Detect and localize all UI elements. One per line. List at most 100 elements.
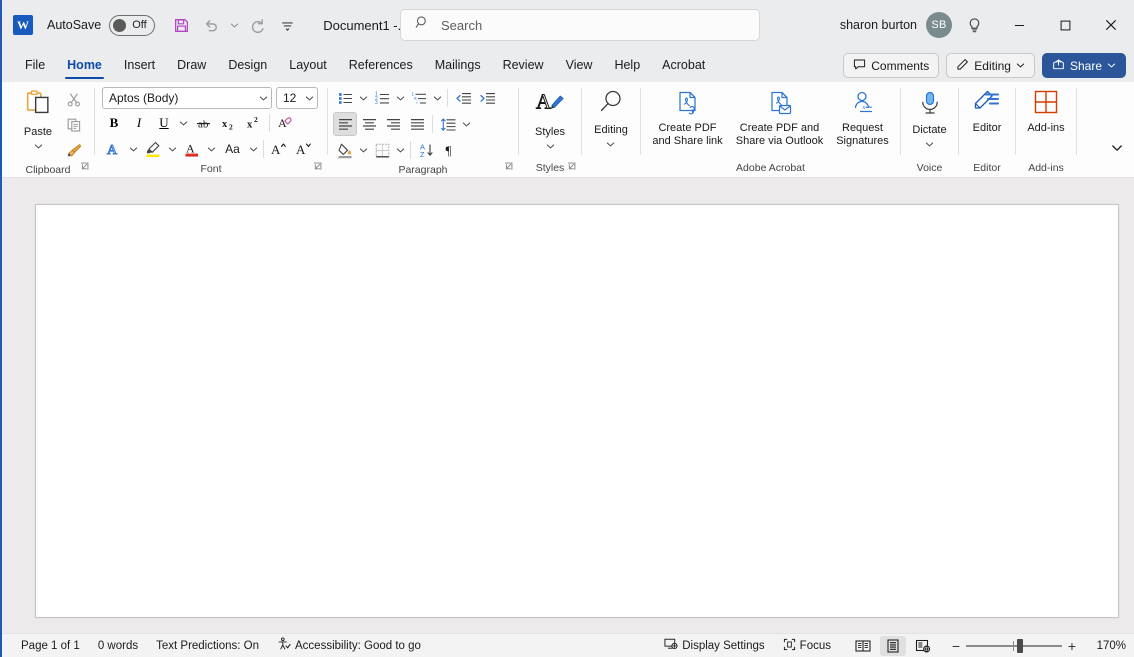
dictate-chevron-down-icon[interactable] [925,136,934,154]
numbering-button[interactable]: 123 [370,86,394,110]
zoom-level[interactable]: 170% [1092,640,1126,652]
shading-button[interactable] [333,138,357,162]
paste-chevron-down-icon[interactable] [34,138,43,156]
clear-formatting-button[interactable]: A [274,111,298,135]
undo-chevron-down-icon[interactable] [227,11,241,39]
copy-button[interactable] [62,113,86,137]
undo-button[interactable] [197,11,225,39]
text-effects-button[interactable]: A [102,137,126,161]
styles-chevron-down-icon[interactable] [546,138,555,156]
create-pdf-share-outlook-button[interactable]: Create PDF and Share via Outlook [730,86,830,148]
avatar[interactable]: SB [926,12,952,38]
close-button[interactable] [1088,0,1134,50]
superscript-button[interactable]: x2 [241,111,265,135]
search-input[interactable]: Search [400,9,760,41]
line-spacing-button[interactable] [436,112,460,136]
minimize-button[interactable] [996,0,1042,50]
page-count[interactable]: Page 1 of 1 [12,636,89,656]
tab-insert[interactable]: Insert [113,50,166,82]
zoom-out-button[interactable]: − [946,636,966,656]
change-case-button[interactable]: Aa [219,137,246,161]
add-ins-button[interactable]: Add-ins [1021,86,1070,134]
view-read-mode-button[interactable] [850,636,876,656]
underline-chevron-down-icon[interactable] [177,111,190,135]
zoom-in-button[interactable]: + [1062,636,1082,656]
dictate-button[interactable]: Dictate [906,86,952,154]
focus-button[interactable]: Focus [774,636,840,656]
line-spacing-chevron-down-icon[interactable] [460,112,473,136]
save-button[interactable] [167,11,195,39]
tab-references[interactable]: References [338,50,424,82]
align-left-button[interactable] [333,112,357,136]
tab-layout[interactable]: Layout [278,50,338,82]
grow-font-button[interactable]: A [267,137,291,161]
sort-button[interactable]: AZ [414,138,438,162]
text-predictions-status[interactable]: Text Predictions: On [147,636,268,656]
italic-button[interactable]: I [127,111,151,135]
borders-chevron-down-icon[interactable] [394,138,407,162]
editor-button[interactable]: Editor [966,86,1008,134]
lightbulb-icon[interactable] [952,0,996,50]
decrease-indent-button[interactable] [451,86,475,110]
view-print-layout-button[interactable] [880,636,906,656]
request-signatures-button[interactable]: x Request Signatures [830,86,896,148]
increase-indent-button[interactable] [475,86,499,110]
autosave-toggle[interactable]: Off [109,15,155,36]
customize-quick-access-toolbar-icon[interactable] [273,11,301,39]
display-settings-button[interactable]: Display Settings [655,636,773,656]
text-highlight-color-button[interactable] [141,137,165,161]
font-color-chevron-down-icon[interactable] [205,137,218,161]
font-dialog-launcher-icon[interactable] [313,162,322,174]
paragraph-marks-button[interactable]: ¶ [438,138,462,162]
underline-button[interactable]: U [152,111,176,135]
tab-draw[interactable]: Draw [166,50,217,82]
font-family-combo[interactable]: Aptos (Body) [102,87,272,109]
tab-design[interactable]: Design [217,50,278,82]
tab-mailings[interactable]: Mailings [424,50,492,82]
format-painter-button[interactable] [62,138,86,162]
zoom-slider[interactable] [966,636,1062,656]
paste-button[interactable]: Paste [16,86,60,156]
accessibility-status[interactable]: Accessibility: Good to go [268,636,430,656]
strikethrough-button[interactable]: ab [191,111,215,135]
shrink-font-button[interactable]: A [292,137,316,161]
tab-home[interactable]: Home [56,50,113,82]
view-web-layout-button[interactable] [910,636,936,656]
word-count[interactable]: 0 words [89,636,147,656]
editing-button[interactable]: Editing [588,86,634,154]
align-center-button[interactable] [357,112,381,136]
comments-button[interactable]: Comments [843,53,939,78]
justify-button[interactable] [405,112,429,136]
borders-button[interactable] [370,138,394,162]
subscript-button[interactable]: x2 [216,111,240,135]
cut-button[interactable] [62,88,86,112]
font-size-combo[interactable]: 12 [276,87,318,109]
shading-chevron-down-icon[interactable] [357,138,370,162]
create-pdf-share-link-button[interactable]: Create PDF and Share link [646,86,730,148]
tab-help[interactable]: Help [603,50,651,82]
document-canvas[interactable] [2,178,1134,633]
tab-view[interactable]: View [555,50,604,82]
align-right-button[interactable] [381,112,405,136]
tab-acrobat[interactable]: Acrobat [651,50,716,82]
multilevel-chevron-down-icon[interactable] [431,86,444,110]
clipboard-dialog-launcher-icon[interactable] [80,162,89,174]
zoom-slider-thumb[interactable] [1017,639,1023,653]
highlight-chevron-down-icon[interactable] [166,137,179,161]
bullets-chevron-down-icon[interactable] [357,86,370,110]
collapse-ribbon-button[interactable] [1106,137,1128,159]
bullets-button[interactable] [333,86,357,110]
maximize-button[interactable] [1042,0,1088,50]
change-case-chevron-down-icon[interactable] [247,137,260,161]
paragraph-dialog-launcher-icon[interactable] [504,162,513,174]
styles-dialog-launcher-icon[interactable] [567,162,576,174]
bold-button[interactable]: B [102,111,126,135]
font-color-button[interactable]: A [180,137,204,161]
document-page[interactable] [35,204,1119,618]
text-effects-chevron-down-icon[interactable] [127,137,140,161]
numbering-chevron-down-icon[interactable] [394,86,407,110]
share-button[interactable]: Share [1042,53,1126,78]
multilevel-list-button[interactable]: 1ai [407,86,431,110]
tab-review[interactable]: Review [492,50,555,82]
redo-button[interactable] [243,11,271,39]
